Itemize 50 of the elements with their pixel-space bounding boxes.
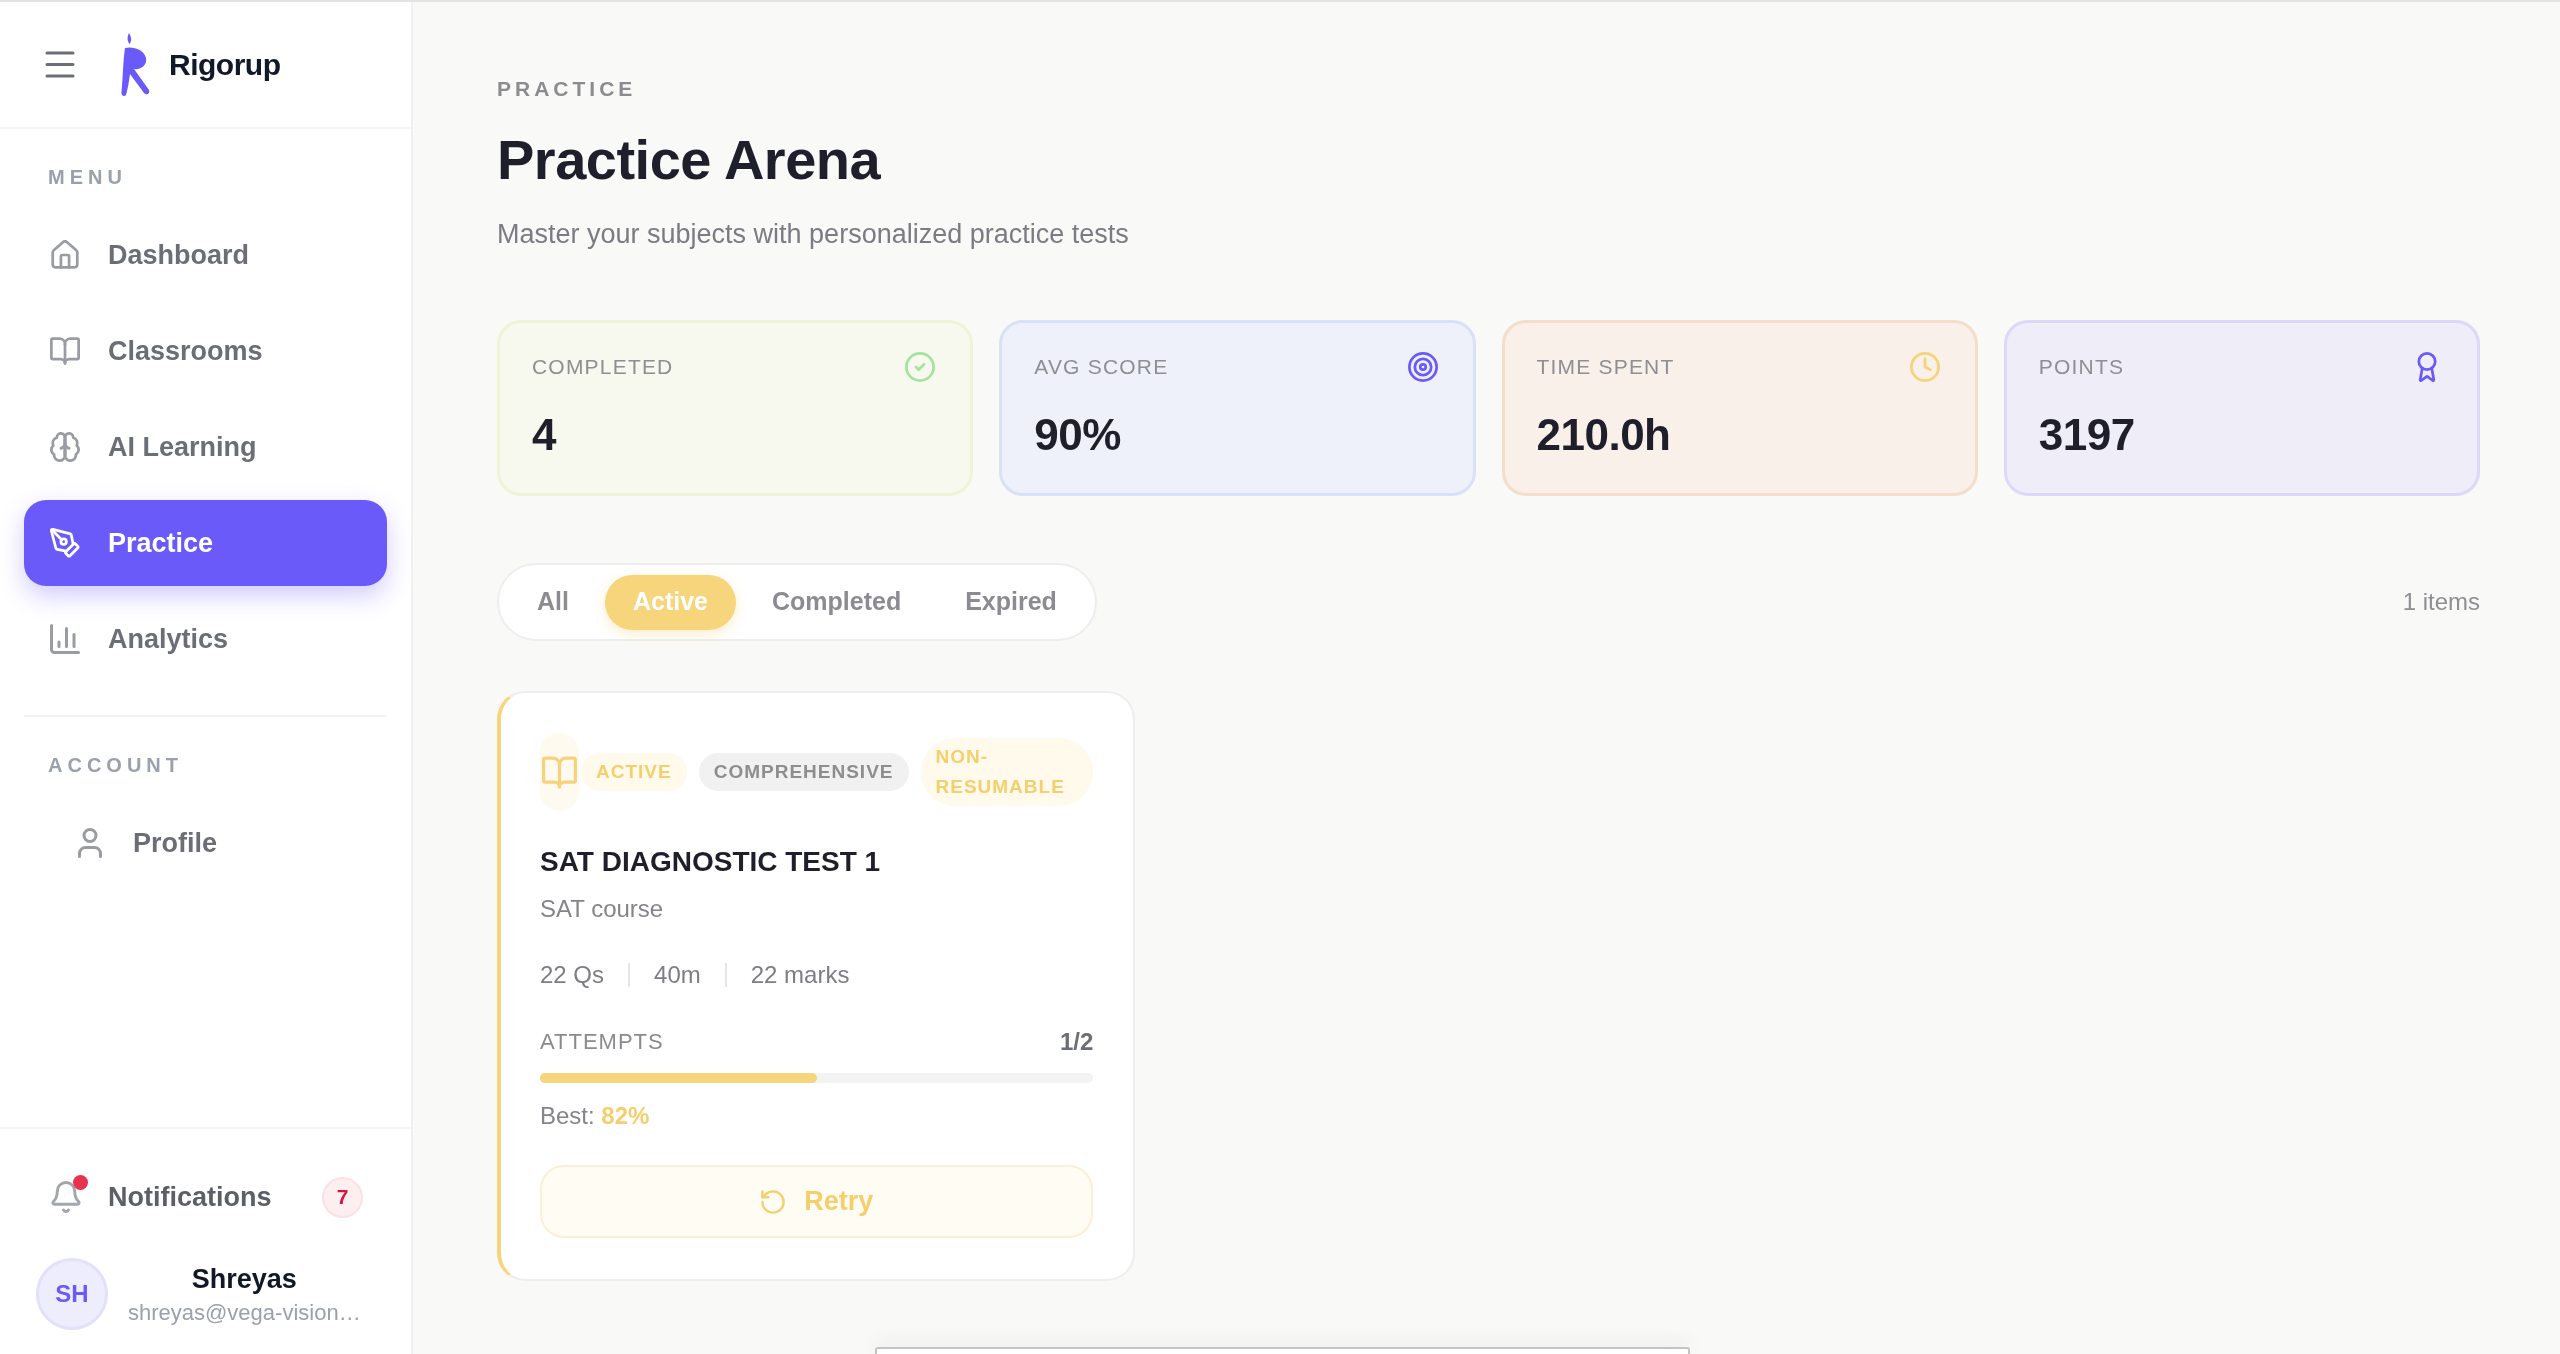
stat-value: 210.0h [1536,409,1671,461]
sidebar-item[interactable]: Profile [24,800,387,886]
section-label: MENU [48,165,127,189]
sidebar-item[interactable]: AI Learning [24,404,387,490]
test-course: SAT course [540,894,665,924]
stat-label: TIME SPENT [1536,354,1675,380]
filter-tab[interactable]: Completed [744,574,930,630]
tag: COMPREHENSIVE [698,753,909,791]
stat-label: POINTS [2038,354,2125,380]
sidebar-item[interactable]: Analytics [24,596,387,682]
user-email: shreyas@vega-vision… [128,1298,361,1327]
brand-name: Rigorup [169,46,281,83]
filter-tab[interactable]: All [509,574,597,630]
item-count: 1 items [2402,587,2480,617]
filter-tab[interactable]: Expired [937,574,1085,630]
bar-chart-icon [50,624,80,654]
count-badge: 7 [322,1176,363,1218]
best-score: Best: 82% [540,1101,651,1131]
tag: NON-RESUMABLE [920,738,1094,806]
brain-icon [50,432,80,462]
notifications-item[interactable]: Notifications 7 [24,1162,387,1232]
stat-label: AVG SCORE [1034,354,1169,380]
menu-icon[interactable] [45,51,75,78]
test-meta: 40m [654,960,701,990]
sidebar-item[interactable]: Classrooms [24,308,387,394]
attempts-count: 1/2 [1059,1028,1094,1056]
home-icon [50,240,80,270]
test-title: SAT DIAGNOSTIC TEST 1 [540,845,882,879]
stat-value: 3197 [2038,409,2135,461]
page-eyebrow: PRACTICE [497,76,637,102]
attempts-label: ATTEMPTS [540,1028,664,1056]
page-subtitle: Master your subjects with personalized practice tests [497,218,1129,251]
pen-nib-icon [50,528,80,558]
bell-icon [51,1181,81,1213]
book-icon [540,733,579,811]
sidebar-item[interactable]: Practice [24,500,387,586]
stat-label: COMPLETED [532,354,674,380]
test-meta: 22 marks [750,960,850,990]
rotate-arrow-icon [760,1188,787,1215]
page-title: Practice Arena [497,128,881,192]
user-icon [75,828,105,858]
open-book-icon [50,336,80,366]
user-avatar: SH [36,1258,108,1330]
tag: ACTIVE [581,753,687,791]
section-label: ACCOUNT [48,753,183,777]
user-name: Shreyas [191,1262,297,1296]
sidebar-item[interactable]: Dashboard [24,212,387,298]
stat-value: 4 [532,409,556,461]
stat-value: 90% [1034,409,1121,461]
test-meta: 22 Qs [540,960,605,990]
